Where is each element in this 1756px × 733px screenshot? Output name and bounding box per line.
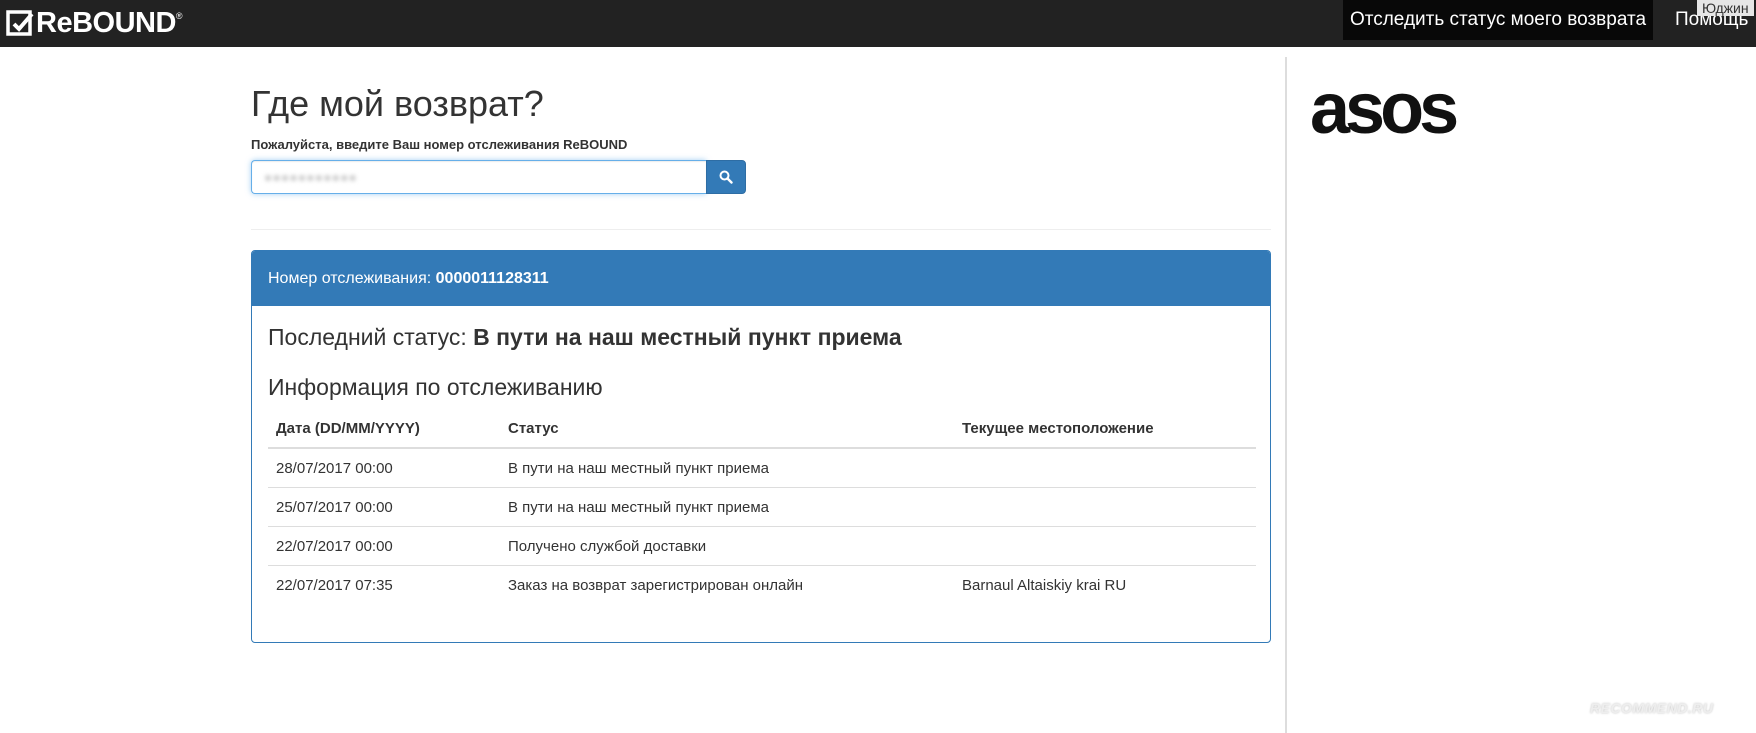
cell-date: 25/07/2017 00:00	[268, 487, 500, 527]
table-row: 28/07/2017 00:00 В пути на наш местный п…	[268, 448, 1256, 488]
cell-date: 28/07/2017 00:00	[268, 448, 500, 488]
tracking-panel: Номер отслеживания: 0000011128311 Послед…	[251, 250, 1271, 643]
cell-location	[954, 526, 1256, 566]
panel-heading: Номер отслеживания: 0000011128311	[252, 251, 1270, 306]
cell-status: В пути на наш местный пункт приема	[500, 487, 954, 527]
tracking-number-value: 0000011128311	[435, 270, 549, 287]
cell-status: Получено службой доставки	[500, 526, 954, 566]
asos-logo: asos	[1310, 69, 1459, 149]
tracking-number-label: Номер отслеживания:	[268, 270, 436, 287]
brand-text: ReBOUND	[36, 6, 176, 39]
tracking-history-table: Дата (DD/MM/YYYY) Статус Текущее местопо…	[268, 409, 1256, 604]
cell-date: 22/07/2017 00:00	[268, 526, 500, 566]
last-status-value: В пути на наш местный пункт приема	[473, 324, 902, 350]
cell-location	[954, 487, 1256, 527]
user-name-label[interactable]: Юджин	[1697, 0, 1754, 16]
sidebar-divider	[1285, 57, 1287, 733]
watermark: RECOMMEND.RU	[1590, 700, 1714, 716]
rebound-logo-icon	[6, 10, 34, 36]
column-header-status: Статус	[500, 409, 954, 449]
column-header-date: Дата (DD/MM/YYYY)	[268, 409, 500, 449]
brand-logo[interactable]: ReBOUND ®	[6, 6, 183, 40]
page-title: Где мой возврат?	[251, 83, 544, 124]
cell-location: Barnaul Altaiskiy krai RU	[962, 576, 1127, 594]
tracking-input-label: Пожалуйста, введите Ваш номер отслеживан…	[251, 137, 628, 152]
brand-registered-mark: ®	[175, 11, 183, 21]
table-row: 22/07/2017 00:00 Получено службой достав…	[268, 526, 1256, 566]
nav-track-return-link[interactable]: Отследить статус моего возврата	[1343, 0, 1653, 40]
tracking-info-title: Информация по отслеживанию	[268, 374, 603, 400]
tracking-number-input[interactable]	[251, 160, 706, 194]
table-row: 22/07/2017 07:35 Заказ на возврат зареги…	[268, 566, 1256, 605]
cell-status: В пути на наш местный пункт приема	[500, 448, 954, 488]
search-button[interactable]	[706, 160, 746, 194]
cell-location	[954, 448, 1256, 488]
last-status: Последний статус: В пути на наш местный …	[268, 324, 902, 351]
last-status-label: Последний статус:	[268, 324, 474, 350]
cell-status: Заказ на возврат зарегистрирован онлайн	[508, 576, 804, 594]
cell-date: 22/07/2017 07:35	[276, 576, 393, 594]
section-divider	[251, 229, 1271, 230]
table-row: 25/07/2017 00:00 В пути на наш местный п…	[268, 487, 1256, 527]
column-header-location: Текущее местоположение	[954, 409, 1256, 449]
search-icon	[719, 170, 733, 184]
table-header-row: Дата (DD/MM/YYYY) Статус Текущее местопо…	[268, 409, 1256, 449]
top-navbar: ReBOUND ® Отследить статус моего возврата…	[0, 0, 1756, 47]
